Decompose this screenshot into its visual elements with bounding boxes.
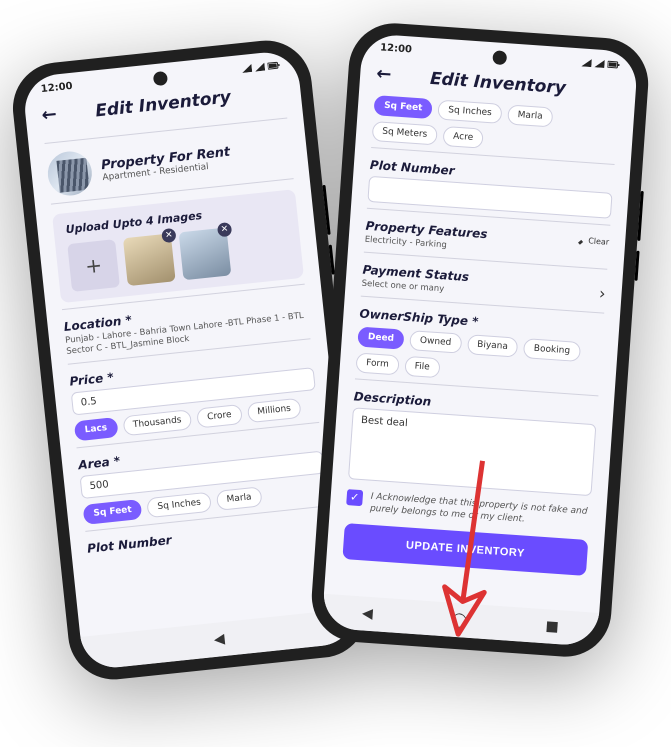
plot-number-label: Plot Number: [86, 516, 330, 555]
ownership-chips: Deed Owned Biyana Booking Form File: [355, 327, 602, 390]
chip-sqfeet[interactable]: Sq Feet: [83, 499, 143, 525]
description-input[interactable]: Best deal: [348, 407, 596, 496]
payment-status-row[interactable]: Payment Status Select one or many ›: [361, 263, 606, 307]
chip-file[interactable]: File: [404, 356, 440, 378]
chip-form[interactable]: Form: [355, 353, 399, 376]
chip-lacs[interactable]: Lacs: [74, 417, 118, 441]
back-button[interactable]: ←: [41, 104, 58, 126]
image-thumb[interactable]: ✕: [179, 227, 232, 280]
image-thumb[interactable]: ✕: [123, 233, 176, 286]
upload-card: Upload Upto 4 Images + ✕ ✕: [52, 189, 304, 303]
acknowledge-row[interactable]: ✓ I Acknowledge that this property is no…: [346, 489, 591, 530]
status-time: 12:00: [380, 42, 413, 55]
screen-right: 12:00 ← Edit Inventory Sq Feet Sq Inches…: [322, 33, 639, 647]
chip-deed[interactable]: Deed: [357, 327, 404, 350]
property-avatar: [46, 149, 94, 197]
nav-recent-icon[interactable]: ■: [545, 618, 559, 635]
eraser-icon: [577, 236, 586, 245]
chip-booking[interactable]: Booking: [523, 338, 581, 362]
nav-back-icon[interactable]: ◀: [361, 605, 373, 622]
chip-biyana[interactable]: Biyana: [467, 334, 519, 357]
chip-thousands[interactable]: Thousands: [122, 409, 192, 436]
status-icons: [581, 58, 619, 69]
status-icons: [241, 61, 280, 73]
chip-sqfeet[interactable]: Sq Feet: [373, 95, 433, 119]
acknowledge-text: I Acknowledge that this property is not …: [370, 491, 591, 531]
phone-right: 12:00 ← Edit Inventory Sq Feet Sq Inches…: [309, 20, 652, 659]
remove-image-icon[interactable]: ✕: [161, 228, 176, 243]
remove-image-icon[interactable]: ✕: [217, 222, 232, 237]
screen-left: 12:00 ← Edit Inventory Property For Rent: [22, 49, 359, 671]
chevron-right-icon: ›: [599, 283, 607, 302]
status-time: 12:00: [40, 81, 73, 95]
add-image-button[interactable]: +: [67, 239, 120, 292]
page-title: Edit Inventory: [376, 65, 621, 102]
chip-crore[interactable]: Crore: [196, 404, 242, 429]
chip-millions[interactable]: Millions: [246, 398, 301, 424]
chip-owned[interactable]: Owned: [409, 330, 462, 354]
acknowledge-checkbox[interactable]: ✓: [346, 489, 363, 506]
chip-marla[interactable]: Marla: [507, 104, 553, 127]
update-inventory-button[interactable]: UPDATE INVENTORY: [342, 523, 588, 576]
nav-home-icon[interactable]: ◯: [451, 612, 468, 629]
chip-sqinches[interactable]: Sq Inches: [147, 492, 212, 519]
chip-marla[interactable]: Marla: [216, 486, 263, 511]
chip-sqmeters[interactable]: Sq Meters: [372, 121, 438, 145]
back-button[interactable]: ←: [376, 63, 393, 85]
chip-acre[interactable]: Acre: [442, 126, 483, 149]
nav-back-icon[interactable]: ◀: [213, 631, 225, 648]
